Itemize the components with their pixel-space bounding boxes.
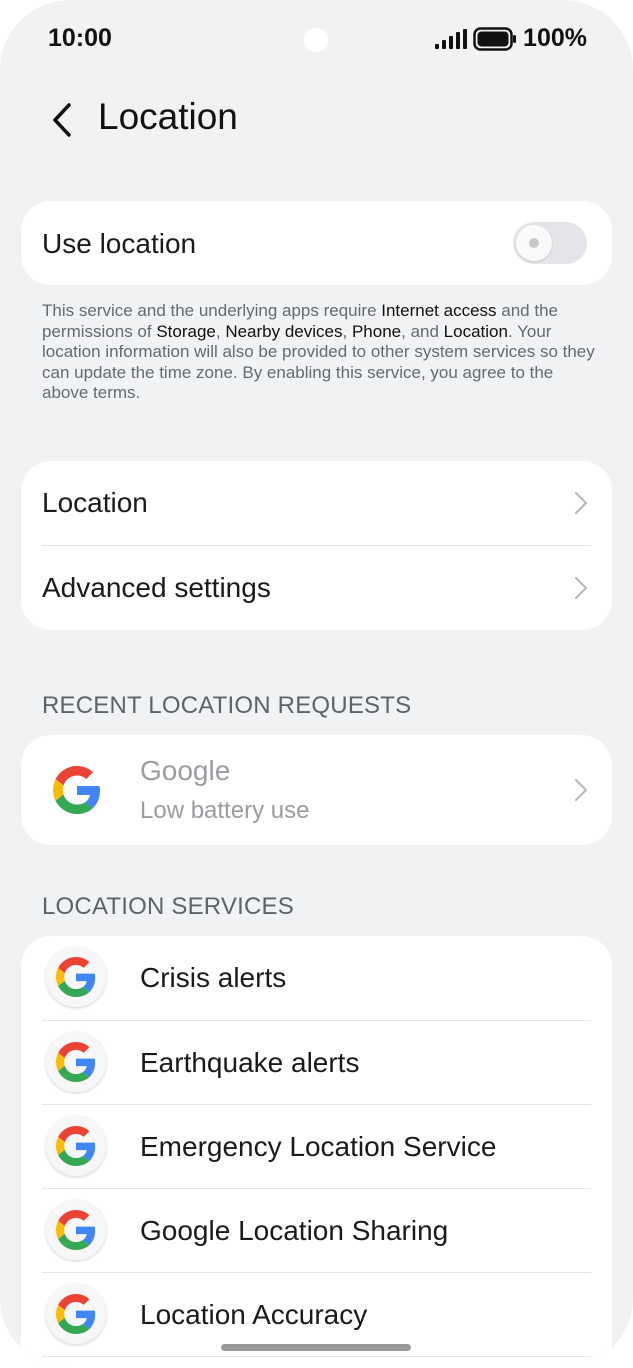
service-item-earthquake-alerts[interactable]: Earthquake alerts [21,1021,612,1105]
nav-item-advanced-settings[interactable]: Advanced settings [21,546,612,630]
desc-bold-nearby: Nearby devices [225,321,343,341]
desc-bold-storage: Storage [156,321,216,341]
service-label: Crisis alerts [140,962,287,993]
home-indicator[interactable] [221,1344,411,1351]
nav-item-label: Location [42,487,148,518]
nav-item-location[interactable]: Location [21,461,612,545]
use-location-toggle[interactable] [513,222,587,264]
status-bar: 10:00 100% [0,0,633,80]
section-header-recent: RECENT LOCATION REQUESTS [42,692,412,719]
desc-bold-internet: Internet access [381,301,497,320]
service-label: Emergency Location Service [140,1131,497,1162]
service-item-crisis-alerts[interactable]: Crisis alerts [21,936,612,1020]
location-nav-card: Location Advanced settings [21,461,612,630]
desc-text: , [342,321,352,341]
section-header-services: LOCATION SERVICES [42,893,294,920]
page-title: Location [98,96,238,137]
chevron-left-icon [53,103,71,137]
desc-bold-phone: Phone [351,321,402,341]
google-logo-icon [56,957,96,997]
battery-percentage: 100% [523,24,587,52]
google-logo-icon [56,1210,96,1250]
use-location-label: Use location [42,228,197,259]
use-location-card[interactable]: Use location [21,201,612,285]
service-label: Location Accuracy [140,1299,368,1330]
screen: 10:00 100% Location Use location This se… [0,0,633,1368]
toggle-knob [516,225,552,261]
location-services-card: Crisis alerts Earthquake alerts Emergenc… [21,936,612,1368]
desc-text: , and [401,321,444,341]
location-description: This service and the underlying apps req… [42,301,597,404]
google-app-icon [46,1200,106,1260]
service-item-location-sharing[interactable]: Google Location Sharing [21,1189,612,1273]
back-button[interactable] [42,98,82,142]
google-app-icon [46,1284,106,1344]
battery-icon [473,26,517,51]
recent-app-usage: Low battery use [140,797,310,824]
google-app-icon [46,947,106,1007]
app-header: Location [0,90,633,150]
chevron-right-icon [574,778,588,802]
service-label: Earthquake alerts [140,1047,360,1078]
desc-bold-location: Location [443,321,508,341]
service-item-emergency-location[interactable]: Emergency Location Service [21,1105,612,1189]
google-logo-icon [56,1294,96,1334]
status-icons: 100% [435,24,587,53]
google-app-icon [46,1032,106,1092]
google-app-icon [46,1116,106,1176]
front-camera [304,28,328,52]
signal-icon [435,28,468,49]
nav-item-label: Advanced settings [42,572,271,603]
chevron-right-icon [574,491,588,515]
desc-text: This service and the underlying apps req… [42,301,382,320]
recent-request-item[interactable]: Google Low battery use [21,735,612,845]
chevron-right-icon [574,576,588,600]
google-logo-icon [56,1126,96,1166]
google-logo-icon [53,766,100,814]
divider [42,1356,591,1357]
recent-app-name: Google [140,755,231,786]
desc-text: , [215,321,226,341]
google-logo-icon [56,1042,96,1082]
status-time: 10:00 [48,24,112,52]
service-label: Google Location Sharing [140,1215,449,1246]
